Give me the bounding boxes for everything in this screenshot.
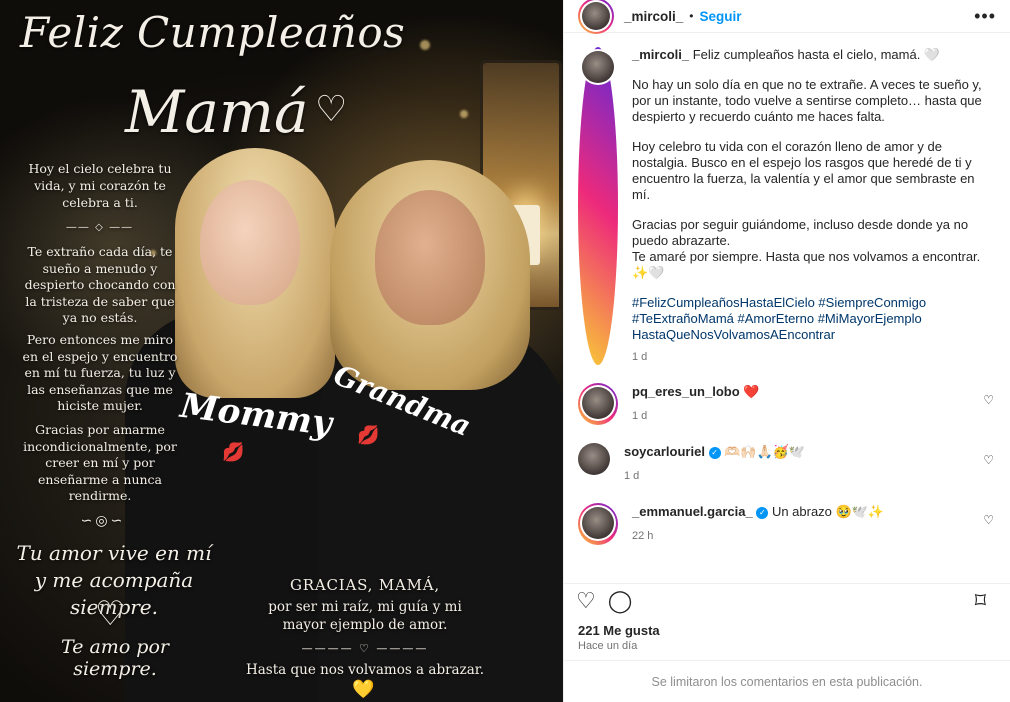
verified-badge-icon: ✓ <box>756 507 769 519</box>
bookmark-icon[interactable]: ⌑ <box>975 589 986 612</box>
commenter-avatar-ring[interactable] <box>578 503 618 545</box>
separator-dot: • <box>689 9 694 23</box>
comment-like-icon[interactable]: ♡ <box>983 393 994 407</box>
image-title-line1: Feliz Cumpleaños <box>20 8 406 57</box>
caption-paragraph-1: No hay un solo día en que no te extrañe.… <box>632 77 982 124</box>
comment-row: _emmanuel.garcia_ ✓ Un abrazo 🥹🕊️✨ 22 h … <box>578 503 996 545</box>
caption-paragraph-3b: Te amaré por siempre. Hasta que nos volv… <box>632 249 981 280</box>
comment-body: soycarlouriel ✓ 🫶🏻🙌🏻🙏🏻🥳🕊️ 1 d <box>624 443 964 485</box>
caption: _mircoli_ Feliz cumpleaños hasta el ciel… <box>578 47 996 365</box>
more-options-icon[interactable]: ••• <box>974 6 996 27</box>
comment-like-icon[interactable]: ♡ <box>983 453 994 467</box>
comment-row: pq_eres_un_lobo ❤️ 1 d ♡ <box>578 383 996 425</box>
avatar[interactable] <box>582 51 614 83</box>
caption-username[interactable]: _mircoli_ <box>632 47 689 62</box>
caption-body: _mircoli_ Feliz cumpleaños hasta el ciel… <box>632 47 996 365</box>
image-gracias-title: GRACIAS, MAMÁ, <box>290 576 440 594</box>
comment-body: pq_eres_un_lobo ❤️ 1 d <box>632 383 972 425</box>
lips-icon: 💋 <box>357 425 380 445</box>
comment-body: _emmanuel.garcia_ ✓ Un abrazo 🥹🕊️✨ 22 h <box>632 503 972 545</box>
right-person-face <box>375 190 485 325</box>
action-bar: ♡ ◯ ⌑ <box>564 583 1010 617</box>
comment-text: Un abrazo 🥹🕊️✨ <box>771 504 885 519</box>
lips-icon: 💋 <box>222 442 245 462</box>
image-title-line2: Mamá <box>125 78 309 146</box>
image-script-love: Te amo por siempre. <box>61 636 169 680</box>
avatar[interactable] <box>578 443 610 475</box>
caption-paragraph-3a: Gracias por seguir guiándome, incluso de… <box>632 217 969 248</box>
image-gracias-body: por ser mi raíz, mi guía y mi mayor ejem… <box>268 599 462 633</box>
swirl-ornament: ∽◎∽ <box>80 512 126 528</box>
author-username[interactable]: _mircoli_ <box>624 9 683 24</box>
avatar[interactable] <box>582 387 614 419</box>
comment-row: soycarlouriel ✓ 🫶🏻🙌🏻🙏🏻🥳🕊️ 1 d ♡ <box>578 443 996 485</box>
divider-ornament: —— ◇ —— <box>66 222 134 233</box>
comments-limited-notice: Se limitaron los comentarios en esta pub… <box>564 660 1010 702</box>
comment-time[interactable]: 1 d <box>632 407 972 425</box>
caption-hashtags[interactable]: #FelizCumpleañosHastaElCielo #SiempreCon… <box>632 295 996 343</box>
image-paragraph-3: Pero entonces me miro en el espejo y enc… <box>22 332 178 413</box>
image-hasta: Hasta que nos volvamos a abrazar. <box>245 662 485 678</box>
image-paragraph-1: Hoy el cielo celebra tu vida, y mi coraz… <box>28 161 172 210</box>
commenter-avatar-ring[interactable] <box>578 383 618 425</box>
caption-paragraph-2: Hoy celebro tu vida con el corazón lleno… <box>632 139 975 202</box>
caption-first-line: Feliz cumpleaños hasta el cielo, mamá. 🤍 <box>692 47 941 62</box>
left-person-face <box>200 180 300 305</box>
comment-time[interactable]: 22 h <box>632 527 972 545</box>
image-paragraph-2: Te extraño cada día, te sueño a menudo y… <box>24 244 176 325</box>
post-date[interactable]: Hace un día <box>564 638 1010 660</box>
comment-username[interactable]: _emmanuel.garcia_ <box>632 504 753 519</box>
likes-count[interactable]: 221 Me gusta <box>564 617 1010 638</box>
avatar[interactable] <box>582 507 614 539</box>
caption-time[interactable]: 1 d <box>632 349 996 365</box>
heart-outline-icon: ♡ <box>95 595 126 633</box>
verified-badge-icon: ✓ <box>708 447 721 459</box>
caption-avatar-ring[interactable] <box>578 47 618 365</box>
author-avatar-ring[interactable] <box>578 0 614 34</box>
bokeh-light <box>460 110 468 118</box>
post-header: _mircoli_ • Seguir ••• <box>564 0 1010 34</box>
comment-username[interactable]: pq_eres_un_lobo <box>632 384 740 399</box>
post-panel: _mircoli_ • Seguir ••• _mircoli_ Feliz c… <box>563 0 1010 702</box>
comment-like-icon[interactable]: ♡ <box>983 513 994 527</box>
bokeh-light <box>420 40 430 50</box>
divider-ornament: ———— ♡ ———— <box>301 642 429 655</box>
avatar[interactable] <box>582 2 610 30</box>
image-paragraph-4: Gracias por amarme incondicionalmente, p… <box>23 422 177 503</box>
post-image[interactable]: Mommy 💋 Grandma 💋 Feliz Cumpleaños Mamá … <box>0 0 563 702</box>
heart-outline-icon: ♡ <box>315 88 348 129</box>
comments-section[interactable]: _mircoli_ Feliz cumpleaños hasta el ciel… <box>564 33 1010 579</box>
comment-username[interactable]: soycarlouriel <box>624 444 705 459</box>
comment-text: ❤️ <box>743 384 760 399</box>
comment-icon[interactable]: ◯ <box>608 589 633 612</box>
follow-button[interactable]: Seguir <box>699 9 741 24</box>
comment-text: 🫶🏻🙌🏻🙏🏻🥳🕊️ <box>724 444 806 459</box>
like-icon[interactable]: ♡ <box>576 589 596 612</box>
yellow-heart-icon: 💛 <box>352 679 375 699</box>
comment-time[interactable]: 1 d <box>624 467 964 485</box>
